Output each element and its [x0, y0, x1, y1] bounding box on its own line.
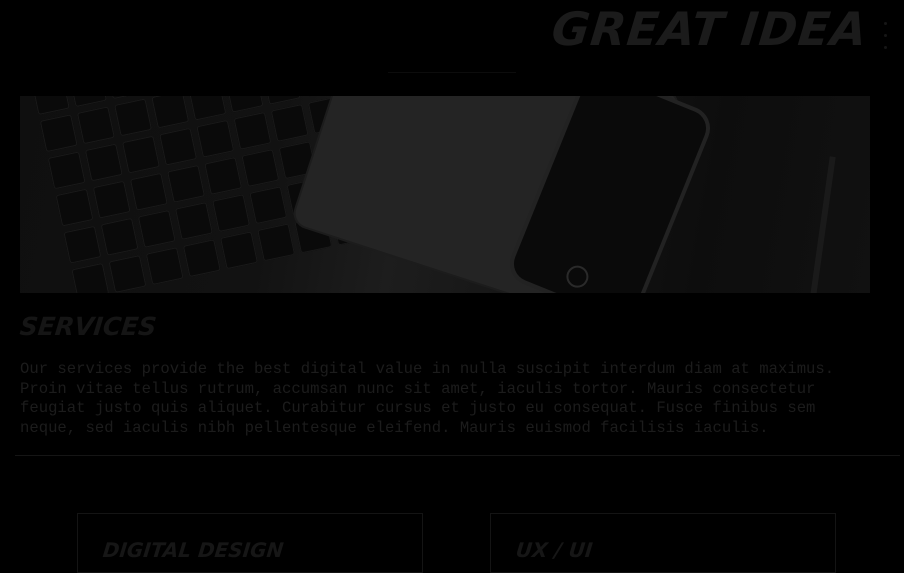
- card-title: DIGITAL DESIGN: [101, 538, 285, 562]
- section-divider: [15, 455, 900, 456]
- brand-logo[interactable]: GREAT IDEA: [550, 2, 871, 56]
- nav-underline: [388, 72, 516, 73]
- menu-dot: [884, 34, 887, 37]
- pen-graphic: [810, 156, 836, 293]
- service-card-digital-design[interactable]: DIGITAL DESIGN: [77, 513, 423, 573]
- menu-dot: [884, 22, 887, 25]
- services-title: SERVICES: [18, 312, 158, 341]
- menu-dot: [884, 46, 887, 49]
- service-card-ux-ui[interactable]: UX / UI: [490, 513, 836, 573]
- kebab-menu-icon[interactable]: [884, 22, 890, 49]
- hero-image: [20, 96, 870, 293]
- card-title: UX / UI: [514, 538, 594, 562]
- services-description: Our services provide the best digital va…: [20, 360, 835, 437]
